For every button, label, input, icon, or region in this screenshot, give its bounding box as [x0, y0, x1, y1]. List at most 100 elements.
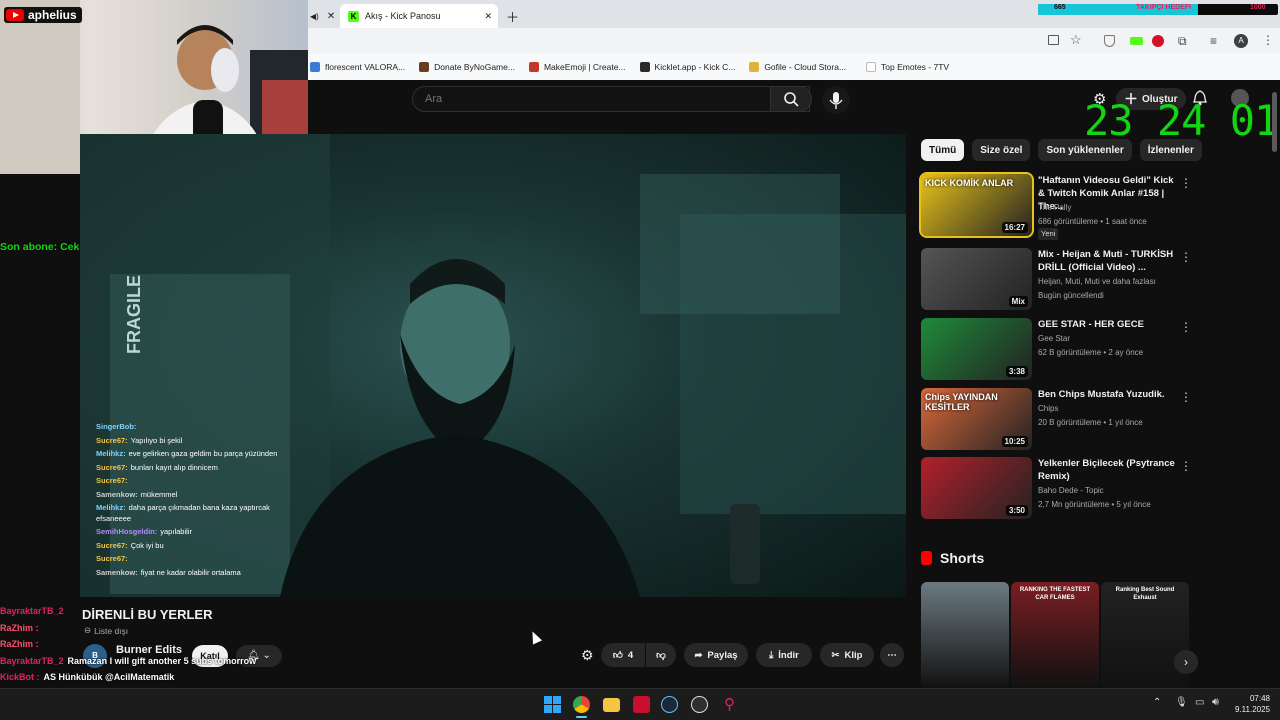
- clip-button[interactable]: ✂ Klip: [820, 643, 874, 667]
- shorts-next-button[interactable]: ›: [1174, 650, 1198, 674]
- chip-watched[interactable]: İzlenenler: [1139, 139, 1202, 161]
- chat-username: Sucre67:: [96, 540, 128, 550]
- video-title[interactable]: GEE STAR - HER GECE: [1038, 318, 1176, 331]
- bookmark-item[interactable]: florescent VALORA...: [310, 62, 405, 72]
- active-tab[interactable]: K Akış - Kick Panosu ✕: [340, 4, 498, 28]
- chat-message: Melihkz: daha parça çıkmadan bana kaza ya…: [96, 503, 306, 524]
- install-icon[interactable]: [1048, 35, 1059, 45]
- tray-display-icon[interactable]: ▭: [1195, 697, 1204, 708]
- share-button[interactable]: ➦ Paylaş: [684, 643, 748, 667]
- short-thumbnail[interactable]: Ranking Best Sound Exhaust: [1101, 582, 1189, 688]
- video-title[interactable]: Mix - Heijan & Muti - TURKİSH DRİLL (Off…: [1038, 248, 1176, 274]
- chat-username: SemihHosgeldin:: [96, 527, 158, 536]
- more-options-icon[interactable]: ⋮: [1180, 176, 1192, 190]
- recommended-video[interactable]: Chips YAYINDAN KESİTLER 10:25 Ben Chips Mu…: [921, 388, 1192, 452]
- chat-username: Melihkz:: [96, 449, 126, 458]
- video-thumbnail[interactable]: Mix: [921, 248, 1032, 310]
- video-thumbnail[interactable]: Chips YAYINDAN KESİTLER 10:25: [921, 388, 1032, 450]
- audio-tab[interactable]: ◀︎) ✕: [310, 4, 335, 28]
- channel-name[interactable]: Gee Star: [1038, 333, 1070, 345]
- shield-extension-icon[interactable]: [1104, 35, 1115, 47]
- channel-name[interactable]: The Pally: [1038, 202, 1071, 214]
- tab-bar: ◀︎) ✕ K Akış - Kick Panosu ✕ ＋ 665 TAKİP…: [308, 0, 1280, 28]
- chat-text: Çok iyi bu: [130, 540, 164, 550]
- close-icon[interactable]: ✕: [327, 11, 335, 22]
- thumbs-down-icon: 👎︎: [656, 650, 666, 661]
- dislike-button[interactable]: 👎︎: [646, 643, 676, 667]
- search-button[interactable]: [770, 86, 812, 112]
- video-duration: 10:25: [1001, 436, 1028, 447]
- streamer-badge: aphelius: [4, 7, 82, 23]
- chat-text: fiyat ne kadar olabilir ortalama: [140, 567, 241, 577]
- download-button[interactable]: ⤓ İndir: [756, 643, 812, 667]
- green-extension-icon[interactable]: [1130, 37, 1143, 45]
- thumbnail-text: KICK KOMİK ANLAR: [925, 178, 1014, 188]
- mouse-cursor: [527, 629, 543, 645]
- opera-extension-icon[interactable]: [1152, 35, 1164, 47]
- page-scrollbar[interactable]: [1272, 92, 1277, 152]
- more-options-icon[interactable]: ⋮: [1180, 390, 1192, 404]
- chat-username: Sucre67:: [96, 476, 128, 485]
- tray-mic-icon[interactable]: 🎙︎: [1175, 697, 1188, 708]
- tab-search-icon[interactable]: ≡: [1210, 34, 1217, 48]
- recommended-video[interactable]: KICK KOMİK ANLAR 16:27 "Haftanın Videosu G…: [919, 172, 1192, 240]
- short-thumbnail[interactable]: [921, 582, 1009, 688]
- channel-name[interactable]: Chips: [1038, 403, 1058, 415]
- chip-all[interactable]: Tümü: [921, 139, 965, 161]
- bookmarks-bar: florescent VALORA... Donate ByNoGame... Ma…: [308, 54, 1280, 80]
- video-thumbnail[interactable]: KICK KOMİK ANLAR 16:27: [919, 172, 1034, 238]
- obs-icon[interactable]: [691, 696, 708, 713]
- video-title[interactable]: Yelkenler Biçilecek (Psytrance Remix): [1038, 457, 1176, 483]
- chrome-icon[interactable]: [573, 696, 590, 713]
- red-app-icon[interactable]: [633, 696, 650, 713]
- gear-action-icon[interactable]: ⚙: [581, 647, 594, 664]
- channel-name[interactable]: Heijan, Muti, Muti ve daha fazlası: [1038, 276, 1156, 288]
- shorts-icon: [921, 551, 932, 565]
- video-thumbnail[interactable]: 3:50: [921, 457, 1032, 519]
- tab-close-icon[interactable]: ✕: [484, 11, 492, 22]
- bookmark-item[interactable]: MakeEmoji | Create...: [528, 62, 626, 72]
- like-button[interactable]: 👍︎ 4: [601, 643, 645, 667]
- tray-volume-icon[interactable]: 🔊︎: [1212, 696, 1219, 709]
- kick-chat-message: RaZhim :: [0, 620, 420, 637]
- video-meta: 62 B görüntüleme • 2 ay önce: [1038, 348, 1144, 357]
- profile-avatar[interactable]: A: [1234, 34, 1248, 48]
- steam-icon[interactable]: [661, 696, 678, 713]
- more-options-icon[interactable]: ⋮: [1180, 250, 1192, 264]
- search-box[interactable]: [412, 86, 810, 112]
- search-input[interactable]: [413, 87, 753, 111]
- bookmark-item[interactable]: Donate ByNoGame...: [419, 62, 515, 72]
- voice-search-button[interactable]: [822, 86, 850, 114]
- recommended-video[interactable]: 3:38 GEE STAR - HER GECE Gee Star 62 B görü…: [921, 318, 1192, 382]
- more-options-icon[interactable]: ⋮: [1180, 320, 1192, 334]
- bookmark-item[interactable]: Kicklet.app - Kick C...: [639, 62, 735, 72]
- bookmark-item[interactable]: Top Emotes - 7TV: [866, 62, 949, 72]
- file-explorer-icon[interactable]: [603, 698, 620, 712]
- video-title[interactable]: Ben Chips Mustafa Yuzudik.: [1038, 388, 1176, 401]
- bookmark-label: Gofile - Cloud Stora...: [764, 62, 847, 72]
- bookmark-item[interactable]: Gofile - Cloud Stora...: [749, 62, 846, 72]
- more-options-icon[interactable]: ⋮: [1180, 459, 1192, 473]
- follower-goal-count: 665: [1054, 4, 1066, 11]
- map-pin-icon[interactable]: ⚲: [721, 696, 738, 713]
- new-tab-button[interactable]: ＋: [506, 4, 519, 28]
- channel-name[interactable]: Baho Dede - Topic: [1038, 485, 1104, 497]
- video-thumbnail[interactable]: 3:38: [921, 318, 1032, 380]
- windows-start-icon[interactable]: [544, 696, 561, 713]
- taskbar-time[interactable]: 07:48: [1240, 694, 1270, 703]
- puzzle-icon[interactable]: ⧉: [1178, 34, 1187, 49]
- short-thumbnail[interactable]: RANKING THE FASTEST CAR FLAMES: [1011, 582, 1099, 688]
- menu-icon[interactable]: ⋮: [1262, 33, 1274, 47]
- taskbar-date[interactable]: 9.11.2025: [1226, 705, 1270, 714]
- recommended-video[interactable]: Mix Mix - Heijan & Muti - TURKİSH DRİLL (…: [921, 248, 1192, 312]
- chat-message: Sucre67: Yapılıyo bi şekil: [96, 436, 306, 447]
- bookmark-label: MakeEmoji | Create...: [543, 62, 626, 72]
- download-label: İndir: [778, 649, 799, 661]
- chip-recent[interactable]: Son yüklenenler: [1038, 139, 1132, 161]
- chat-message: Samenkow: mükemmel: [96, 490, 306, 501]
- more-actions-button[interactable]: ⋯: [880, 643, 904, 667]
- tray-chevron-icon[interactable]: ⌃: [1153, 697, 1161, 708]
- star-icon[interactable]: ☆: [1070, 32, 1082, 48]
- chip-for-you[interactable]: Size özel: [972, 139, 1031, 161]
- recommended-video[interactable]: 3:50 Yelkenler Biçilecek (Psytrance Remix…: [921, 457, 1192, 521]
